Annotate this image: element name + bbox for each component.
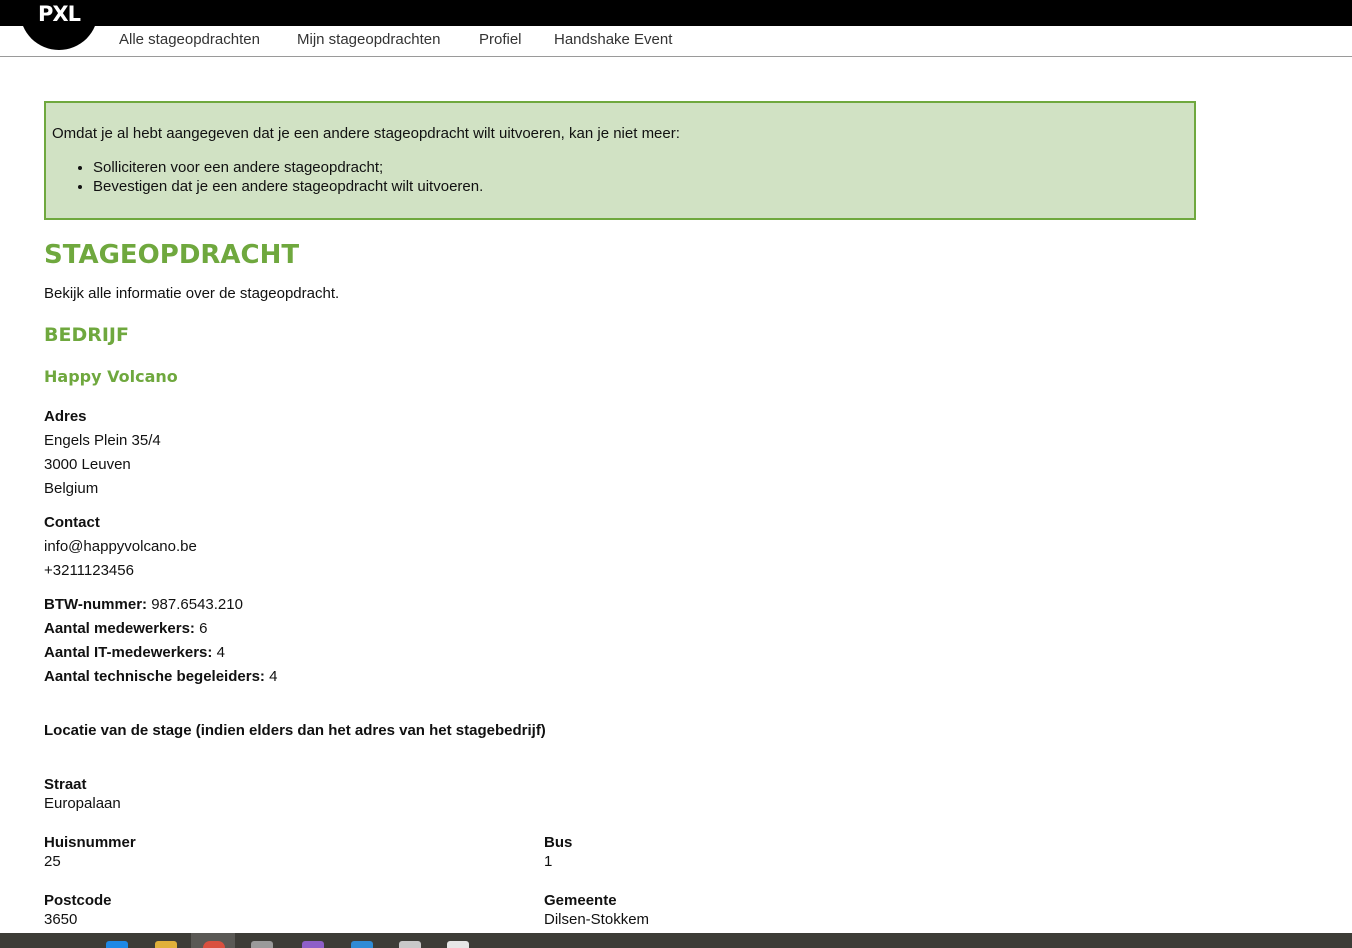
start-icon[interactable] [106,941,128,948]
top-bar [0,0,1352,26]
alert-list-item: Bevestigen dat je een andere stageopdrac… [93,177,483,196]
page-title: STAGEOPDRACHT [44,240,300,270]
nav-profiel[interactable]: Profiel [479,31,522,48]
fact-label: BTW-nummer: [44,596,148,613]
house-number-label: Huisnummer [44,834,136,851]
fact-label: Aantal technische begeleiders: [44,668,265,685]
fact-label: Aantal medewerkers: [44,620,195,637]
street-label: Straat [44,776,87,793]
postcode-value: 3650 [44,911,78,928]
taskbar [0,933,1352,948]
page-subtitle: Bekijk alle informatie over de stageopdr… [44,285,340,302]
address-line: Engels Plein 35/4 [44,432,161,449]
nav-bar: Alle stageopdrachten Mijn stageopdrachte… [0,26,1352,57]
address-label: Adres [44,408,87,425]
fact-value: 4 [269,668,278,685]
alert-list-item: Solliciteren voor een andere stageopdrac… [93,158,483,177]
fact-value: 6 [199,620,208,637]
fact-employees: Aantal medewerkers: 6 [44,619,207,639]
city-value: Dilsen-Stokkem [544,911,650,928]
house-number-value: 25 [44,853,61,870]
postcode-label: Postcode [44,892,112,909]
file-explorer-icon[interactable] [155,941,177,948]
fact-value: 987.6543.210 [151,596,243,613]
address-line: 3000 Leuven [44,456,131,473]
location-heading: Locatie van de stage (indien elders dan … [44,722,546,739]
nav-handshake-event[interactable]: Handshake Event [554,31,672,48]
contact-email: info@happyvolcano.be [44,538,197,555]
nav-alle-stageopdrachten[interactable]: Alle stageopdrachten [119,31,260,48]
contact-phone: +3211123456 [44,562,134,579]
alert-text: Omdat je al hebt aangegeven dat je een a… [52,125,680,142]
contact-label: Contact [44,514,100,531]
fact-value: 4 [216,644,225,661]
fact-it-employees: Aantal IT-medewerkers: 4 [44,643,225,663]
vscode-icon[interactable] [351,941,373,948]
address-line: Belgium [44,480,99,497]
bus-value: 1 [544,853,553,870]
info-alert: Omdat je al hebt aangegeven dat je een a… [44,101,1196,220]
terminal-icon[interactable] [251,941,273,948]
nav-mijn-stageopdrachten[interactable]: Mijn stageopdrachten [297,31,440,48]
logo-text: PXL [38,2,81,26]
alert-list: Solliciteren voor een andere stageopdrac… [52,158,483,196]
bus-label: Bus [544,834,573,851]
window-icon[interactable] [399,941,421,948]
visual-studio-icon[interactable] [302,941,324,948]
street-value: Europalaan [44,795,121,812]
city-label: Gemeente [544,892,617,909]
fact-label: Aantal IT-medewerkers: [44,644,213,661]
fact-tech-supervisors: Aantal technische begeleiders: 4 [44,667,277,687]
company-name: Happy Volcano [44,367,178,386]
chrome-icon[interactable] [203,941,225,948]
notepad-icon[interactable] [447,941,469,948]
company-section-title: BEDRIJF [44,324,129,346]
fact-btw: BTW-nummer: 987.6543.210 [44,595,243,615]
